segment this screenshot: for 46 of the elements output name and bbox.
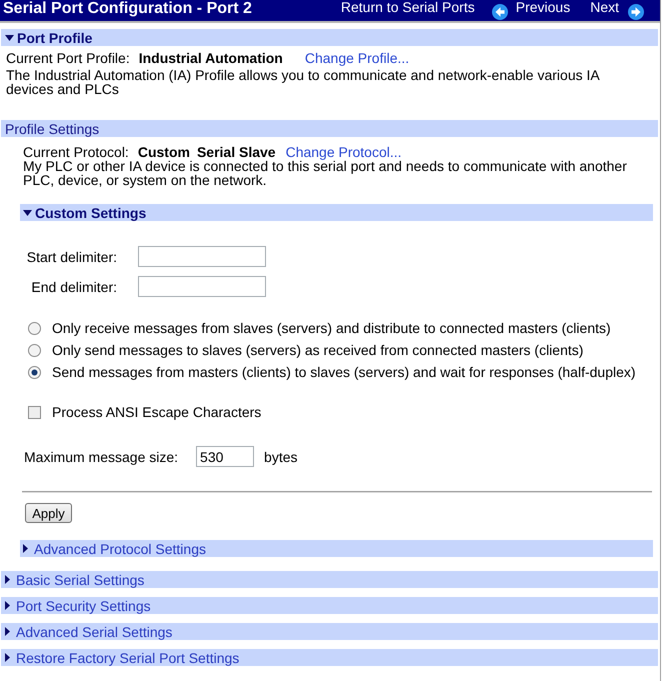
- radio-label: Send messages from masters (clients) to slaves (servers) and wait for responses (half-duplex): [52, 364, 636, 380]
- radio-label: Only receive messages from slaves (servers) and distribute to connected masters (clients): [52, 320, 611, 336]
- radio-label: Only send messages to slaves (servers) as received from connected masters (clients): [52, 342, 584, 358]
- input-field[interactable]: [138, 246, 266, 267]
- section-header[interactable]: Port Security Settings: [1, 597, 658, 614]
- section-header[interactable]: Basic Serial Settings: [1, 571, 658, 588]
- input-field[interactable]: 530: [196, 446, 254, 467]
- section-header[interactable]: Advanced Serial Settings: [1, 623, 658, 640]
- section-heading: Profile Settings: [1, 120, 658, 137]
- change-profile-link[interactable]: Change Profile...: [304, 50, 410, 66]
- caret-down-icon: [5, 34, 14, 40]
- caret-right-icon: [23, 544, 28, 553]
- caret-right-icon: [5, 627, 10, 636]
- input-field[interactable]: [138, 276, 266, 297]
- field-value: Serial Slave: [196, 145, 276, 159]
- field-value: Custom: [138, 145, 190, 159]
- apply-button[interactable]: Apply: [25, 503, 72, 523]
- section-header[interactable]: Custom Settings: [20, 204, 653, 221]
- caret-right-icon: [5, 575, 10, 584]
- change-protocol-link[interactable]: Change Protocol...: [286, 145, 402, 159]
- field-label: Current Protocol:: [23, 145, 129, 159]
- field-value: Industrial Automation: [138, 50, 283, 66]
- radio-button[interactable]: [28, 322, 41, 334]
- arrow-right-icon: [628, 4, 644, 20]
- section-header[interactable]: Restore Factory Serial Port Settings: [1, 649, 658, 666]
- field-label: Current Port Profile:: [6, 50, 130, 66]
- field-label: End delimiter:: [31, 278, 117, 294]
- radio-button[interactable]: [28, 366, 41, 378]
- caret-right-icon: [5, 653, 10, 662]
- checkbox[interactable]: [28, 406, 41, 418]
- field-label: Start delimiter:: [26, 248, 117, 264]
- nav-link[interactable]: Next: [590, 0, 644, 20]
- caret-down-icon: [23, 210, 32, 216]
- field-label: Maximum message size:: [24, 448, 178, 464]
- description-text: The Industrial Automation (IA) Profile allows you to communicate and network-enable various IA devices and PLCs: [5, 68, 600, 96]
- section-header[interactable]: Advanced Protocol Settings: [20, 540, 653, 557]
- checkbox-label: Process ANSI Escape Characters: [52, 404, 262, 420]
- radio-button[interactable]: [28, 344, 41, 356]
- section-header[interactable]: Port Profile: [1, 29, 658, 46]
- caret-right-icon: [5, 601, 10, 610]
- nav-link[interactable]: Previous: [492, 0, 570, 20]
- page-title: Serial Port Configuration - Port 2: [2, 0, 252, 18]
- description-text: My PLC or other IA device is connected to this serial port and needs to communicate with another PLC, device, or system on the network.: [22, 159, 628, 187]
- nav-link[interactable]: Return to Serial Ports: [340, 0, 475, 15]
- unit-label: bytes: [264, 448, 298, 464]
- arrow-left-icon: [492, 4, 508, 20]
